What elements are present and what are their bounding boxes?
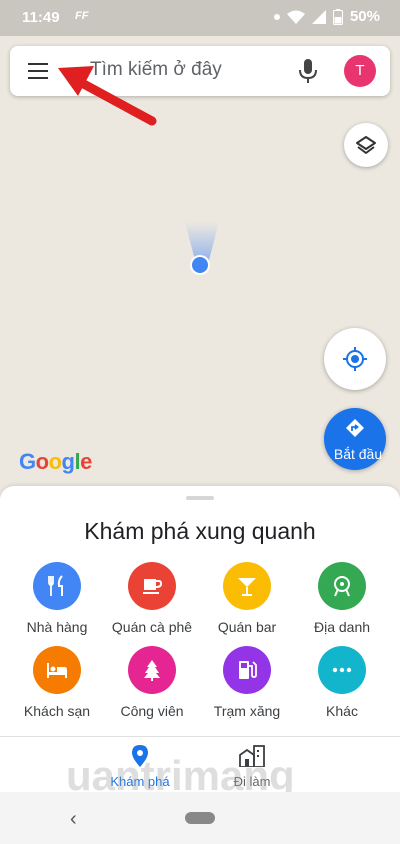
category-parks[interactable]: Công viên [107, 646, 197, 719]
wifi-icon [286, 10, 305, 24]
category-label: Trạm xăng [213, 703, 281, 719]
restaurant-icon [33, 562, 81, 610]
category-bar[interactable]: Quán bar [202, 562, 292, 635]
hotel-icon [33, 646, 81, 694]
buildings-icon [239, 745, 265, 768]
location-marker [185, 222, 219, 275]
category-label: Quán cà phê [111, 619, 193, 635]
coffee-icon [128, 562, 176, 610]
my-location-button[interactable] [324, 328, 386, 390]
mic-icon[interactable] [298, 58, 318, 84]
battery-percent: 50% [349, 8, 380, 25]
system-navigation-bar: ‹ [0, 792, 400, 844]
crosshair-icon [343, 347, 367, 371]
tab-commute-label: Đi làm [233, 774, 271, 789]
bottom-navigation: Khám phá Đi làm [0, 736, 400, 792]
more-icon [318, 646, 366, 694]
tab-explore-label: Khám phá [110, 774, 170, 789]
dot-icon [273, 13, 280, 20]
search-input[interactable]: Tìm kiếm ở đây [90, 59, 222, 81]
layers-icon [356, 136, 376, 154]
location-pin-icon [132, 745, 148, 767]
layers-button[interactable] [344, 123, 388, 167]
category-label: Khác [326, 703, 358, 719]
back-icon[interactable]: ‹ [70, 808, 77, 831]
menu-button[interactable] [24, 59, 54, 83]
category-label: Công viên [120, 703, 184, 719]
category-gas-stations[interactable]: Trạm xăng [202, 646, 292, 719]
bar-icon [223, 562, 271, 610]
home-pill[interactable] [185, 812, 215, 824]
tab-commute[interactable]: Đi làm [202, 745, 302, 789]
gas-station-icon [223, 646, 271, 694]
category-label: Khách sạn [23, 703, 91, 719]
category-label: Nhà hàng [26, 619, 88, 635]
category-hotels[interactable]: Khách sạn [12, 646, 102, 719]
status-icons: 50% [273, 8, 380, 25]
explore-title: Khám phá xung quanh [84, 518, 316, 544]
search-bar[interactable]: Tìm kiếm ở đây T [10, 46, 390, 96]
landmark-icon [318, 562, 366, 610]
avatar[interactable]: T [344, 55, 376, 87]
signal-icon [311, 9, 326, 24]
category-coffee[interactable]: Quán cà phê [107, 562, 197, 635]
status-time: 11:49 [22, 9, 60, 26]
explore-sheet[interactable]: Khám phá xung quanh Nhà hàng Quán cà phê… [0, 486, 400, 736]
status-bar: 11:49 FF 50% [0, 0, 400, 36]
battery-icon [332, 8, 343, 25]
park-icon [128, 646, 176, 694]
category-label: Địa danh [313, 619, 371, 635]
category-more[interactable]: Khác [297, 646, 387, 719]
status-carrier: FF [75, 10, 89, 22]
category-label: Quán bar [217, 619, 277, 635]
google-logo: Google [19, 449, 92, 474]
directions-icon [346, 419, 364, 437]
start-navigation-label: Bắt đầu [333, 446, 383, 462]
category-landmarks[interactable]: Địa danh [297, 562, 387, 635]
tab-explore[interactable]: Khám phá [90, 745, 190, 789]
sheet-drag-handle[interactable] [186, 496, 214, 500]
category-restaurants[interactable]: Nhà hàng [12, 562, 102, 635]
